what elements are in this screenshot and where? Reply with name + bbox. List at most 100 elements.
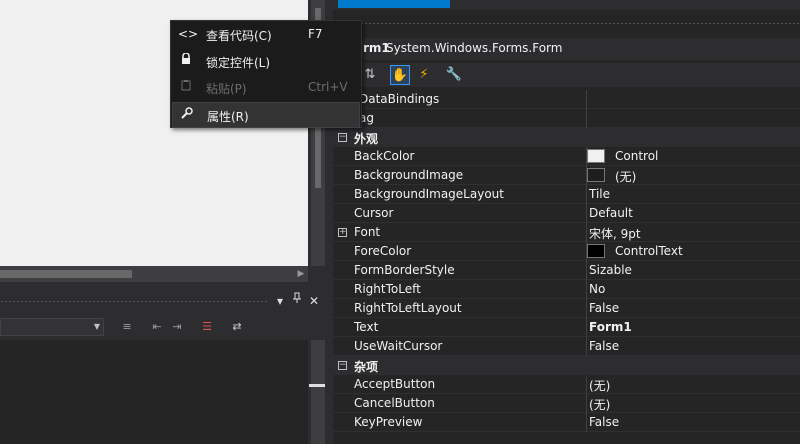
property-row[interactable]: Text Form1	[333, 318, 800, 337]
tool-window-dropdown[interactable]	[0, 318, 104, 336]
property-name: KeyPreview	[354, 415, 423, 429]
property-value[interactable]: (无)	[615, 168, 636, 185]
property-value[interactable]: Default	[589, 206, 633, 220]
property-row[interactable]: ag	[333, 109, 800, 128]
menu-item-shortcut: F7	[308, 27, 323, 41]
column-separator	[586, 204, 587, 223]
property-name: Font	[354, 225, 381, 239]
column-separator	[586, 394, 587, 413]
events-lightning-icon[interactable]: ⚡	[414, 65, 434, 85]
category-label: 杂项	[354, 360, 379, 374]
property-name: RightToLeftLayout	[354, 301, 462, 315]
property-row[interactable]: Cursor Default	[333, 204, 800, 223]
property-name: BackgroundImage	[354, 168, 464, 182]
expand-icon[interactable]: +	[338, 228, 347, 237]
property-row[interactable]: ForeColor ControlText	[333, 242, 800, 261]
property-name: ForeColor	[354, 244, 412, 258]
code-icon: <>	[178, 27, 199, 41]
menu-item-paste[interactable]: 粘贴(P) Ctrl+V	[172, 75, 360, 101]
property-value[interactable]: Form1	[589, 320, 632, 334]
column-separator	[586, 299, 587, 318]
column-separator	[586, 375, 587, 394]
dropdown-arrow-icon[interactable]: ▼	[90, 318, 104, 336]
property-name: CancelButton	[354, 396, 435, 410]
property-value[interactable]: No	[589, 282, 605, 296]
properties-grip[interactable]	[336, 22, 800, 25]
property-row[interactable]: CancelButton (无)	[333, 394, 800, 413]
context-menu: <> 查看代码(C) F7 锁定控件(L) 粘贴(P) Ctrl+V 属性(R)	[170, 20, 362, 128]
window-menu-chevron-icon[interactable]: ▾	[272, 292, 288, 310]
collapse-icon[interactable]: −	[338, 361, 347, 370]
property-value[interactable]: False	[589, 415, 619, 429]
property-value[interactable]: ControlText	[615, 244, 683, 258]
property-row[interactable]: FormBorderStyle Sizable	[333, 261, 800, 280]
property-name: RightToLeft	[354, 282, 421, 296]
property-row[interactable]: KeyPreview False	[333, 413, 800, 432]
property-value[interactable]: False	[589, 301, 619, 315]
property-row[interactable]: UseWaitCursor False	[333, 337, 800, 356]
designer-horizontal-scroll-thumb[interactable]	[0, 270, 132, 278]
toolbar-swap-icon[interactable]: ⇄	[228, 318, 246, 336]
menu-item-properties[interactable]: 属性(R)	[172, 102, 360, 128]
toolbar-indent-icon[interactable]: ⇥	[168, 318, 186, 336]
collapse-icon[interactable]: −	[338, 133, 347, 142]
property-row[interactable]: BackColor Control	[333, 147, 800, 166]
close-icon[interactable]: ✕	[306, 292, 322, 310]
pin-icon-shape	[293, 292, 301, 303]
category-header[interactable]: − 杂项	[333, 356, 800, 375]
property-pages-wrench-icon[interactable]: 🔧	[444, 65, 464, 85]
tool-window-content	[0, 340, 308, 444]
column-separator	[586, 223, 587, 242]
toolbar-clear-list-icon[interactable]: ☰	[198, 318, 216, 336]
property-name: Cursor	[354, 206, 394, 220]
lock-icon-shape	[182, 52, 190, 64]
property-value[interactable]: (无)	[589, 396, 610, 413]
property-row[interactable]: BackgroundImage (无)	[333, 166, 800, 185]
property-name: Text	[354, 320, 379, 334]
property-name: UseWaitCursor	[354, 339, 443, 353]
menu-item-shortcut: Ctrl+V	[308, 80, 348, 94]
column-separator	[586, 261, 587, 280]
tool-window-grip[interactable]	[0, 300, 268, 303]
property-row[interactable]: AcceptButton (无)	[333, 375, 800, 394]
property-row[interactable]: DataBindings	[333, 90, 800, 109]
menu-item-label: 粘贴(P)	[206, 82, 247, 96]
menu-item-lock-controls[interactable]: 锁定控件(L)	[172, 49, 360, 75]
wrench-icon	[179, 107, 195, 123]
property-row[interactable]: + Font 宋体, 9pt	[333, 223, 800, 242]
alphabetical-sort-icon[interactable]: ⇅	[360, 65, 380, 85]
color-swatch	[587, 149, 605, 163]
column-separator	[586, 337, 587, 356]
scroll-right-arrow-icon[interactable]: ▶	[295, 266, 307, 282]
pin-icon[interactable]	[289, 292, 305, 310]
property-value[interactable]: Tile	[589, 187, 610, 201]
property-value[interactable]: (无)	[589, 377, 610, 394]
paste-icon-shape	[181, 80, 191, 91]
menu-item-view-code[interactable]: <> 查看代码(C) F7	[172, 22, 360, 48]
property-row[interactable]: RightToLeft No	[333, 280, 800, 299]
column-separator	[586, 280, 587, 299]
column-separator	[586, 109, 587, 128]
property-value[interactable]: Sizable	[589, 263, 632, 277]
property-row[interactable]: RightToLeftLayout False	[333, 299, 800, 318]
scrollbar-corner	[308, 266, 325, 282]
category-header[interactable]: − 外观	[333, 128, 800, 147]
toolbar-align-icon[interactable]: ⇤	[148, 318, 166, 336]
wrench-icon-shape	[181, 107, 193, 119]
menu-item-label: 锁定控件(L)	[206, 56, 271, 70]
properties-view-icon[interactable]: ✋	[390, 65, 410, 85]
active-tab-indicator[interactable]	[338, 0, 450, 8]
property-name: FormBorderStyle	[354, 263, 455, 277]
property-value[interactable]: False	[589, 339, 619, 353]
column-separator	[586, 185, 587, 204]
property-row[interactable]: BackgroundImageLayout Tile	[333, 185, 800, 204]
tool-window-scrollbar[interactable]	[311, 340, 325, 444]
toolbar-disabled-icon[interactable]: ≡	[118, 318, 136, 336]
paste-icon	[178, 79, 194, 95]
property-value[interactable]: Control	[615, 149, 658, 163]
property-value[interactable]: 宋体, 9pt	[589, 225, 641, 242]
property-name: DataBindings	[359, 92, 440, 106]
property-name: BackColor	[354, 149, 415, 163]
column-separator	[586, 90, 587, 109]
object-type: System.Windows.Forms.Form	[386, 41, 563, 55]
